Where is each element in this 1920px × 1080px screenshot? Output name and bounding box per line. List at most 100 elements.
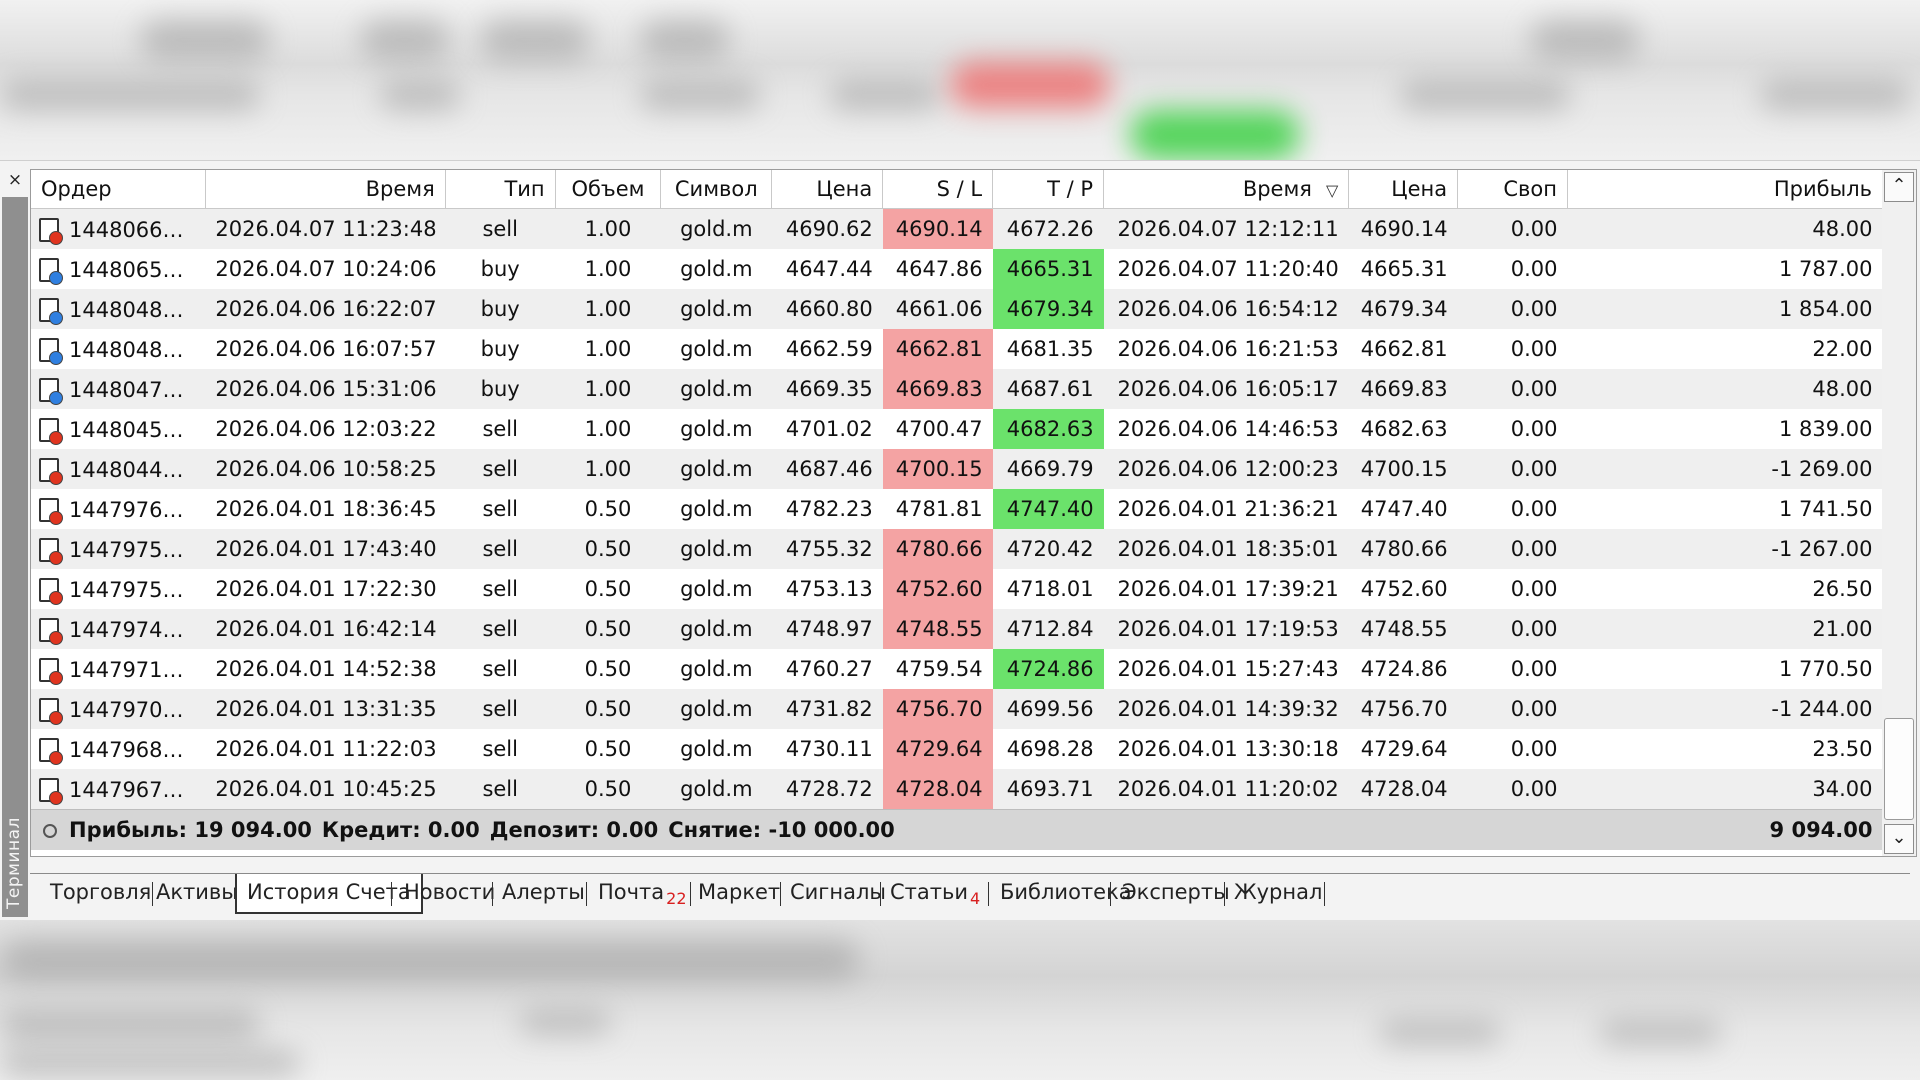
table-row[interactable]: 1448066… 2026.04.07 11:23:48 sell 1.00 gold.… xyxy=(31,208,1883,249)
cell-volume: 0.50 xyxy=(555,569,661,609)
col-header-open-time[interactable]: Время xyxy=(205,170,446,209)
table-row[interactable]: 1447975… 2026.04.01 17:43:40 sell 0.50 gold.… xyxy=(31,529,1883,569)
buy-dot-icon xyxy=(49,390,63,405)
tab-8[interactable]: Сигналы xyxy=(780,874,896,912)
blurred-background-top xyxy=(0,0,1920,160)
cell-swap: 0.00 xyxy=(1457,289,1568,329)
col-header-profit[interactable]: Прибыль xyxy=(1567,170,1883,209)
cell-close-time: 2026.04.06 16:54:12 xyxy=(1103,289,1349,329)
table-row[interactable]: 1448048… 2026.04.06 16:22:07 buy 1.00 gold.m… xyxy=(31,289,1883,329)
cell-volume: 1.00 xyxy=(555,208,661,249)
cell-volume: 1.00 xyxy=(555,409,661,449)
table-row[interactable]: 1447968… 2026.04.01 11:22:03 sell 0.50 gold.… xyxy=(31,729,1883,769)
tab-separator xyxy=(391,882,392,906)
tab-separator xyxy=(1324,882,1325,906)
order-number: 1448047… xyxy=(69,377,184,402)
col-header-close-price[interactable]: Цена xyxy=(1348,170,1459,209)
table-row[interactable]: 1448065… 2026.04.07 10:24:06 buy 1.00 gold.m… xyxy=(31,249,1883,289)
cell-profit: 21.00 xyxy=(1567,609,1883,649)
tab-label: Торговля xyxy=(50,880,152,904)
cell-symbol: gold.m xyxy=(660,689,772,729)
table-row[interactable]: 1447975… 2026.04.01 17:22:30 sell 0.50 gold.… xyxy=(31,569,1883,609)
cell-order: 1447976… xyxy=(31,489,206,529)
tab-6[interactable]: Почта 22 xyxy=(588,874,697,912)
col-header-tp[interactable]: T / P xyxy=(992,170,1105,209)
col-header-open-price[interactable]: Цена xyxy=(771,170,884,209)
table-row[interactable]: 1448044… 2026.04.06 10:58:25 sell 1.00 gold.… xyxy=(31,449,1883,489)
col-header-volume[interactable]: Объем xyxy=(555,170,662,209)
table-row[interactable]: 1447976… 2026.04.01 18:36:45 sell 0.50 gold.… xyxy=(31,489,1883,529)
table-row[interactable]: 1448048… 2026.04.06 16:07:57 buy 1.00 gold.m… xyxy=(31,329,1883,369)
tab-5[interactable]: Алерты xyxy=(492,874,595,912)
col-header-close-time[interactable]: Время ▽ xyxy=(1103,170,1350,209)
cell-profit: 23.50 xyxy=(1567,729,1883,769)
cell-open-time: 2026.04.06 15:31:06 xyxy=(205,369,446,409)
tab-label: Новости xyxy=(404,880,496,904)
blurred-background-bottom xyxy=(0,920,1920,1080)
order-number: 1448048… xyxy=(69,337,184,362)
table-row[interactable]: 1447974… 2026.04.01 16:42:14 sell 0.50 gold.… xyxy=(31,609,1883,649)
close-icon[interactable]: × xyxy=(4,169,26,191)
cell-close-time: 2026.04.01 21:36:21 xyxy=(1103,489,1349,529)
tab-label: Активы xyxy=(156,880,238,904)
sell-dot-icon xyxy=(49,590,63,605)
tab-label: История Счета xyxy=(247,880,411,904)
cell-swap: 0.00 xyxy=(1457,649,1568,689)
cell-swap: 0.00 xyxy=(1457,369,1568,409)
col-header-type[interactable]: Тип xyxy=(445,170,556,209)
chevron-up-icon[interactable]: ⌃ xyxy=(1884,172,1914,202)
tab-7[interactable]: Маркет xyxy=(688,874,790,912)
cell-swap: 0.00 xyxy=(1457,609,1568,649)
tab-12[interactable]: Журнал xyxy=(1224,874,1332,912)
cell-sl: 4756.70 xyxy=(882,689,993,729)
summary-deposit: Депозит: 0.00 xyxy=(489,818,659,842)
scrollbar-thumb[interactable] xyxy=(1884,718,1914,820)
cell-volume: 1.00 xyxy=(555,249,661,289)
cell-close-price: 4700.15 xyxy=(1348,449,1458,489)
order-number: 1447971… xyxy=(69,657,184,682)
cell-profit: 1 854.00 xyxy=(1567,289,1883,329)
cell-type: buy xyxy=(445,329,556,369)
tab-2[interactable]: Активы xyxy=(146,874,248,912)
cell-tp: 4720.42 xyxy=(992,529,1104,569)
col-header-sl[interactable]: S / L xyxy=(882,170,994,209)
cell-order: 1447974… xyxy=(31,609,206,649)
col-header-order[interactable]: Ордер xyxy=(31,170,206,209)
order-document-icon xyxy=(39,297,63,325)
tab-11[interactable]: Эксперты xyxy=(1112,874,1240,912)
col-header-symbol[interactable]: Символ xyxy=(660,170,773,209)
tab-1[interactable]: Торговля xyxy=(40,874,161,912)
cell-open-price: 4701.02 xyxy=(771,409,883,449)
tab-label: Почта xyxy=(598,880,665,904)
table-row[interactable]: 1447967… 2026.04.01 10:45:25 sell 0.50 gold.… xyxy=(31,769,1883,810)
table-row[interactable]: 1448045… 2026.04.06 12:03:22 sell 1.00 gold.… xyxy=(31,409,1883,449)
table-row[interactable]: 1447971… 2026.04.01 14:52:38 sell 0.50 gold.… xyxy=(31,649,1883,689)
cell-tp: 4747.40 xyxy=(992,489,1104,529)
vertical-scrollbar[interactable]: ⌃ ⌄ xyxy=(1882,169,1917,857)
cell-tp: 4699.56 xyxy=(992,689,1104,729)
cell-profit: -1 269.00 xyxy=(1567,449,1883,489)
order-document-icon xyxy=(39,337,63,365)
cell-sl: 4728.04 xyxy=(882,769,993,810)
col-header-swap[interactable]: Своп xyxy=(1457,170,1569,209)
summary-circle-icon xyxy=(43,824,57,838)
table-row[interactable]: 1448047… 2026.04.06 15:31:06 buy 1.00 gold.m… xyxy=(31,369,1883,409)
cell-order: 1448066… xyxy=(31,208,206,249)
summary-total: 9 094.00 xyxy=(1567,809,1883,850)
cell-open-time: 2026.04.01 13:31:35 xyxy=(205,689,446,729)
summary-profit: Прибыль: 19 094.00 xyxy=(69,818,312,842)
cell-tp: 4682.63 xyxy=(992,409,1104,449)
tab-9[interactable]: Статьи 4 xyxy=(880,874,990,912)
cell-open-price: 4669.35 xyxy=(771,369,883,409)
tab-4[interactable]: Новости xyxy=(394,874,505,912)
cell-swap: 0.00 xyxy=(1457,208,1568,249)
tab-separator xyxy=(988,882,989,906)
sell-dot-icon xyxy=(49,510,63,525)
cell-open-price: 4730.11 xyxy=(771,729,883,769)
cell-order: 1447970… xyxy=(31,689,206,729)
table-row[interactable]: 1447970… 2026.04.01 13:31:35 sell 0.50 gold.… xyxy=(31,689,1883,729)
cell-volume: 0.50 xyxy=(555,729,661,769)
cell-open-price: 4690.62 xyxy=(771,208,883,249)
chevron-down-icon[interactable]: ⌄ xyxy=(1884,824,1914,854)
order-document-icon xyxy=(39,497,63,525)
